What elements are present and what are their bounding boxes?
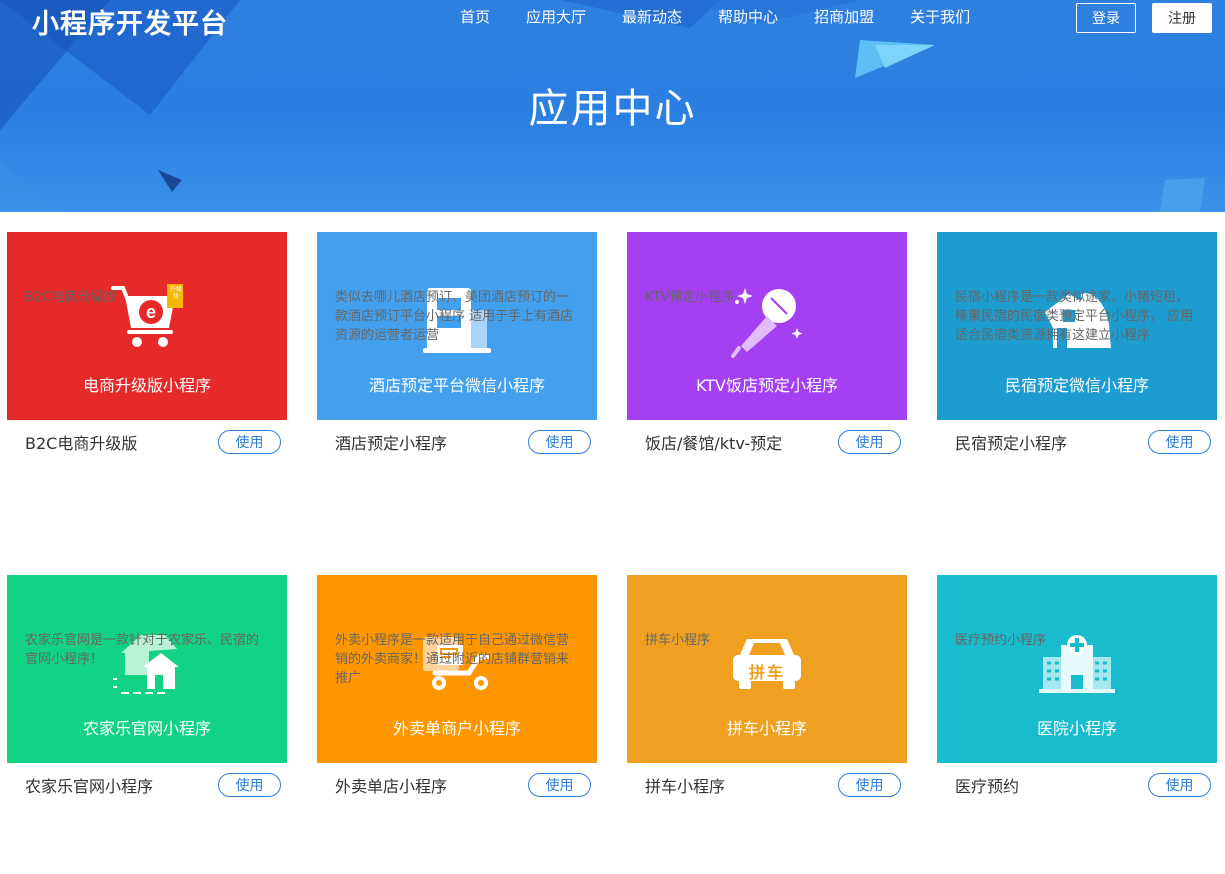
use-button[interactable]: 使用 (528, 773, 591, 797)
nav-item-home[interactable]: 首页 (442, 6, 508, 27)
page-title: 应用中心 (528, 86, 697, 132)
use-button[interactable]: 使用 (218, 773, 281, 797)
app-card-banner-title: KTV饭店预定小程序 (696, 376, 838, 395)
app-card-name[interactable]: 医疗预约 (955, 773, 1019, 797)
use-button[interactable]: 使用 (838, 773, 901, 797)
nav-item-franchise[interactable]: 招商加盟 (796, 6, 892, 27)
app-card-desc: KTV预定小程序 (645, 290, 735, 305)
app-card-name[interactable]: 饭店/餐馆/ktv-预定 (645, 430, 782, 454)
app-card-desc: 类似去哪儿酒店预订、美团酒店预订的一款酒店预订平台小程序 适用于手上有酒店资源的… (335, 290, 574, 343)
app-card-banner-title: 酒店预定平台微信小程序 (368, 376, 545, 395)
use-button[interactable]: 使用 (218, 430, 281, 454)
app-card-desc: 医疗预约小程序 (955, 633, 1047, 648)
app-card-banner-title: 农家乐官网小程序 (82, 719, 211, 738)
use-button[interactable]: 使用 (1148, 430, 1211, 454)
app-card-banner[interactable]: 拼车 拼车小程序 (627, 575, 907, 763)
app-card: e 升级版 电商升级版小程序 B2C电商升级版 使用 B2C电商升级版 (7, 232, 287, 464)
use-button[interactable]: 使用 (528, 430, 591, 454)
app-card: 医院小程序 医疗预约 使用 医疗预约小程序 (937, 575, 1217, 807)
app-card-name[interactable]: 酒店预定小程序 (335, 430, 447, 454)
nav-item-help[interactable]: 帮助中心 (700, 6, 796, 27)
nav-item-app-hall[interactable]: 应用大厅 (508, 6, 604, 27)
app-card: 民宿预定微信小程序 民宿预定小程序 使用 民宿小程序是一款类似途家、小猪短租、榛… (937, 232, 1217, 464)
app-card: 外卖单商户小程序 外卖单店小程序 使用 外卖小程序是一款适用于自己通过微信营销的… (317, 575, 597, 807)
app-card-desc: 拼车小程序 (645, 633, 711, 648)
app-card-banner[interactable]: KTV饭店预定小程序 (627, 232, 907, 420)
app-card-name[interactable]: 农家乐官网小程序 (25, 773, 153, 797)
main-nav: 首页 应用大厅 最新动态 帮助中心 招商加盟 关于我们 (442, 6, 988, 27)
app-card-name[interactable]: B2C电商升级版 (25, 430, 137, 454)
brand-logo[interactable]: 小程序开发平台 (32, 2, 228, 41)
nav-item-news[interactable]: 最新动态 (604, 6, 700, 27)
app-card-desc: 民宿小程序是一款类似途家、小猪短租、榛果民宿的民宿类预定平台小程序， 应用适合民… (955, 290, 1194, 343)
app-card-name[interactable]: 民宿预定小程序 (955, 430, 1067, 454)
app-card-desc: 外卖小程序是一款适用于自己通过微信营销的外卖商家！通过附近的店铺群营销来推广 (335, 633, 570, 686)
use-button[interactable]: 使用 (1148, 773, 1211, 797)
app-card: 酒店预定平台微信小程序 酒店预定小程序 使用 类似去哪儿酒店预订、美团酒店预订的… (317, 232, 597, 464)
app-card-banner-title: 民宿预定微信小程序 (1004, 376, 1149, 395)
app-card-banner[interactable]: 医院小程序 (937, 575, 1217, 763)
app-card-name[interactable]: 外卖单店小程序 (335, 773, 447, 797)
app-card-banner-title: 拼车小程序 (726, 719, 807, 738)
app-card-banner-title: 外卖单商户小程序 (392, 719, 521, 738)
app-card-banner-title: 电商升级版小程序 (82, 376, 211, 395)
app-card: 拼车 拼车小程序 拼车小程序 使用 拼车小程序 (627, 575, 907, 807)
hero-banner: 小程序开发平台 首页 应用大厅 最新动态 帮助中心 招商加盟 关于我们 登录 注… (0, 0, 1225, 212)
register-button[interactable]: 注册 (1152, 3, 1212, 33)
app-card-banner-title: 医院小程序 (1036, 719, 1117, 738)
use-button[interactable]: 使用 (838, 430, 901, 454)
app-card-banner[interactable]: 农家乐官网小程序 (7, 575, 287, 763)
app-card: 农家乐官网小程序 农家乐官网小程序 使用 农家乐官网是一款针对于农家乐、民宿的官… (7, 575, 287, 807)
app-card-desc: B2C电商升级版 (25, 290, 117, 305)
car-label: 拼车 (748, 663, 785, 682)
nav-item-about[interactable]: 关于我们 (892, 6, 988, 27)
login-button[interactable]: 登录 (1076, 3, 1136, 33)
app-card-desc: 农家乐官网是一款针对于农家乐、民宿的官网小程序！ (25, 633, 260, 667)
app-card: KTV饭店预定小程序 饭店/餐馆/ktv-预定 使用 KTV预定小程序 (627, 232, 907, 464)
app-card-banner[interactable]: e 升级版 电商升级版小程序 (7, 232, 287, 420)
app-card-name[interactable]: 拼车小程序 (645, 773, 725, 797)
